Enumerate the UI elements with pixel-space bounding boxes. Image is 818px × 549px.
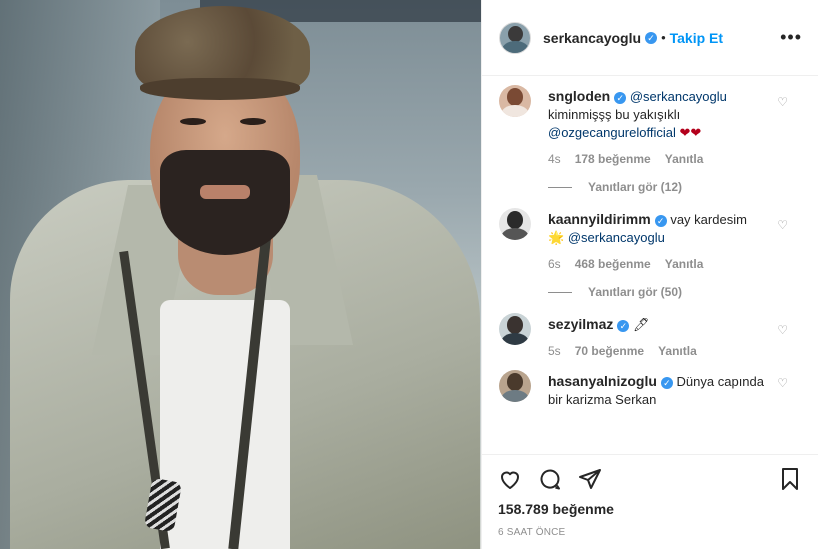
verified-badge-icon: ✓ [614, 91, 627, 104]
comment-item: kaannyildirimm ✓ vay kardesim 🌟 @serkanca… [482, 200, 818, 299]
avatar-head-shape [507, 373, 523, 391]
comment-meta: 4s 178 beğenme Yanıtla [548, 152, 778, 166]
verified-badge-icon: ✓ [660, 376, 673, 389]
replies-divider-line [548, 186, 572, 188]
view-replies-button[interactable]: Yanıtları gör (50) [548, 285, 778, 299]
avatar-head-shape [507, 88, 523, 106]
comment-time: 6s [548, 257, 561, 271]
bookmark-icon[interactable] [778, 467, 802, 491]
photo-cap-brim [140, 78, 300, 100]
comment-body: kiminmişşş bu yakışıklı [548, 107, 681, 122]
comment-meta: 5s 70 beğenme Yanıtla [548, 344, 778, 358]
photo-eye-right [240, 118, 266, 125]
comment-like-heart-icon[interactable]: ♡ [777, 95, 788, 109]
verified-badge-icon: ✓ [654, 214, 667, 227]
follow-button[interactable]: Takip Et [670, 30, 723, 46]
author-username[interactable]: serkancayoglu [543, 30, 641, 46]
avatar-body-shape [500, 332, 530, 345]
comment-mention[interactable]: @ozgecangurelofficial [548, 125, 676, 140]
author-avatar[interactable] [499, 21, 531, 54]
reply-button[interactable]: Yanıtla [658, 344, 697, 358]
post-photo[interactable] [0, 0, 481, 549]
replies-divider-line [548, 291, 572, 293]
share-icon[interactable] [578, 467, 602, 491]
comment-likes[interactable]: 70 beğenme [575, 344, 644, 358]
comment-likes[interactable]: 468 beğenme [575, 257, 651, 271]
more-options-icon[interactable]: ••• [780, 27, 802, 48]
avatar-head-shape [507, 211, 523, 229]
comment-item: sezyilmaz ✓ 🖊 ♡ 5s 70 beğenme Yanıtla [482, 305, 818, 358]
commenter-username[interactable]: kaannyildirimm [548, 211, 651, 227]
action-buttons-row [498, 463, 802, 495]
commenter-username[interactable]: hasanyalnizoglu [548, 373, 657, 389]
comment-time: 5s [548, 344, 561, 358]
post-timestamp: 6 SAAT ÖNCE [498, 527, 566, 538]
commenter-avatar[interactable] [499, 313, 531, 345]
comment-like-heart-icon[interactable]: ♡ [777, 376, 788, 390]
comment-icon[interactable] [538, 467, 562, 491]
reply-button[interactable]: Yanıtla [665, 152, 704, 166]
commenter-avatar[interactable] [499, 370, 531, 402]
comment-time: 4s [548, 152, 561, 166]
post-header: serkancayoglu ✓ • Takip Et ••• [482, 0, 818, 76]
comment-text: hasanyalnizoglu ✓ Dünya capında bir kariz… [548, 372, 778, 409]
commenter-username[interactable]: sngloden [548, 88, 610, 104]
commenter-avatar[interactable] [499, 85, 531, 117]
comment-text: kaannyildirimm ✓ vay kardesim 🌟 @serkanca… [548, 210, 778, 247]
star-emoji: 🌟 [548, 230, 565, 245]
avatar-body-shape [500, 389, 530, 402]
photo-mouth [200, 185, 250, 199]
avatar-body-shape [501, 41, 529, 53]
comment-meta: 6s 468 beğenme Yanıtla [548, 257, 778, 271]
commenter-avatar[interactable] [499, 208, 531, 240]
header-separator: • [661, 30, 666, 45]
comment-item: hasanyalnizoglu ✓ Dünya capında bir kariz… [482, 358, 818, 409]
comment-like-heart-icon[interactable]: ♡ [777, 323, 788, 337]
post-likes-count[interactable]: 158.789 beğenme [498, 501, 802, 517]
comment-text: sezyilmaz ✓ 🖊 [548, 315, 778, 334]
comment-body: vay kardesim [670, 212, 747, 227]
post-actions: 158.789 beğenme 6 SAAT ÖNCE [482, 454, 818, 549]
post-side-panel: serkancayoglu ✓ • Takip Et ••• sngloden ✓… [481, 0, 818, 549]
pen-emoji: 🖊 [633, 317, 650, 332]
comment-mention[interactable]: @serkancayoglu [630, 89, 727, 104]
verified-badge-icon: ✓ [617, 319, 630, 332]
comment-item: sngloden ✓ @serkancayoglu kiminmişşş bu y… [482, 77, 818, 194]
verified-badge-icon: ✓ [645, 31, 658, 44]
photo-eye-left [180, 118, 206, 125]
comment-mention[interactable]: @serkancayoglu [568, 230, 665, 245]
commenter-username[interactable]: sezyilmaz [548, 316, 613, 332]
comments-list[interactable]: sngloden ✓ @serkancayoglu kiminmişşş bu y… [482, 77, 818, 454]
comment-like-heart-icon[interactable]: ♡ [777, 218, 788, 232]
view-replies-button[interactable]: Yanıtları gör (12) [548, 180, 778, 194]
view-replies-label: Yanıtları gör (12) [588, 180, 683, 194]
heart-icon[interactable] [498, 467, 522, 491]
avatar-head-shape [507, 316, 523, 334]
avatar-head-shape [507, 25, 523, 42]
comment-likes[interactable]: 178 beğenme [575, 152, 651, 166]
view-replies-label: Yanıtları gör (50) [588, 285, 683, 299]
reply-button[interactable]: Yanıtla [665, 257, 704, 271]
photo-beard [160, 150, 290, 255]
avatar-body-shape [500, 104, 530, 117]
heart-emoji: ❤❤ [679, 125, 702, 140]
avatar-body-shape [500, 227, 530, 240]
comment-text: sngloden ✓ @serkancayoglu kiminmişşş bu y… [548, 87, 778, 142]
photo-shirt [160, 300, 290, 549]
